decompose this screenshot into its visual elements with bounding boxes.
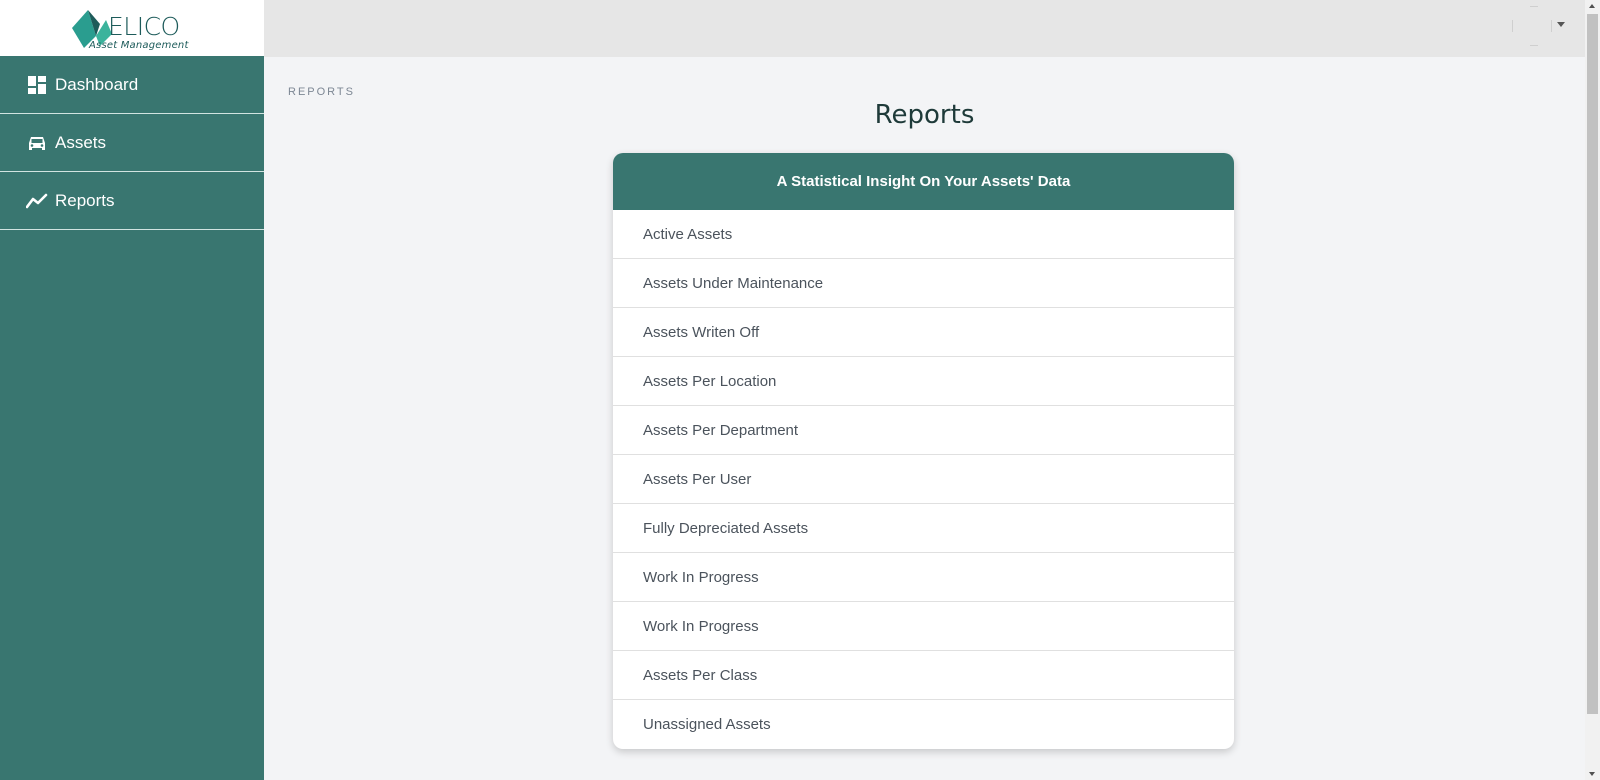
sidebar-item-label: Dashboard — [55, 74, 139, 94]
sidebar-item-reports[interactable]: Reports — [0, 172, 264, 230]
report-assets-per-class[interactable]: Assets Per Class — [613, 651, 1234, 700]
logo-subtitle: Asset Management — [89, 40, 189, 51]
scrollbar-thumb[interactable] — [1587, 14, 1598, 714]
scroll-up-icon[interactable] — [1589, 4, 1595, 8]
report-active-assets[interactable]: Active Assets — [613, 210, 1234, 259]
report-list: Active Assets Assets Under Maintenance A… — [613, 210, 1234, 749]
card-header: A Statistical Insight On Your Assets' Da… — [613, 153, 1234, 210]
sidebar-item-assets[interactable]: Assets — [0, 114, 264, 172]
logo-word: ELICO — [108, 12, 180, 41]
vertical-scrollbar[interactable] — [1585, 0, 1600, 780]
report-assets-per-user[interactable]: Assets Per User — [613, 455, 1234, 504]
chevron-down-icon[interactable] — [1557, 22, 1565, 27]
report-fully-depreciated-assets[interactable]: Fully Depreciated Assets — [613, 504, 1234, 553]
report-work-in-progress[interactable]: Work In Progress — [613, 602, 1234, 651]
report-assets-under-maintenance[interactable]: Assets Under Maintenance — [613, 259, 1234, 308]
page-title: Reports — [874, 100, 975, 130]
elico-logo: ELICO Asset Management — [70, 4, 194, 52]
report-assets-per-location[interactable]: Assets Per Location — [613, 357, 1234, 406]
sidebar-item-dashboard[interactable]: Dashboard — [0, 56, 264, 114]
report-work-in-progress[interactable]: Work In Progress — [613, 553, 1234, 602]
report-assets-written-off[interactable]: Assets Writen Off — [613, 308, 1234, 357]
scroll-down-icon[interactable] — [1589, 772, 1595, 776]
sidebar-item-label: Assets — [55, 132, 107, 152]
car-icon — [26, 132, 48, 154]
top-bar — [264, 0, 1585, 57]
sidebar-item-label: Reports — [55, 190, 115, 210]
reports-card: A Statistical Insight On Your Assets' Da… — [613, 153, 1234, 749]
breadcrumb: REPORTS — [288, 86, 355, 98]
trend-line-icon — [26, 190, 48, 212]
user-avatar[interactable] — [1512, 6, 1552, 46]
sidebar-nav: Dashboard Assets Reports — [0, 56, 264, 230]
logo-area[interactable]: ELICO Asset Management — [0, 0, 264, 56]
report-assets-per-department[interactable]: Assets Per Department — [613, 406, 1234, 455]
report-unassigned-assets[interactable]: Unassigned Assets — [613, 700, 1234, 749]
dashboard-icon — [26, 74, 48, 96]
sidebar: ELICO Asset Management Dashboard Assets … — [0, 0, 264, 780]
